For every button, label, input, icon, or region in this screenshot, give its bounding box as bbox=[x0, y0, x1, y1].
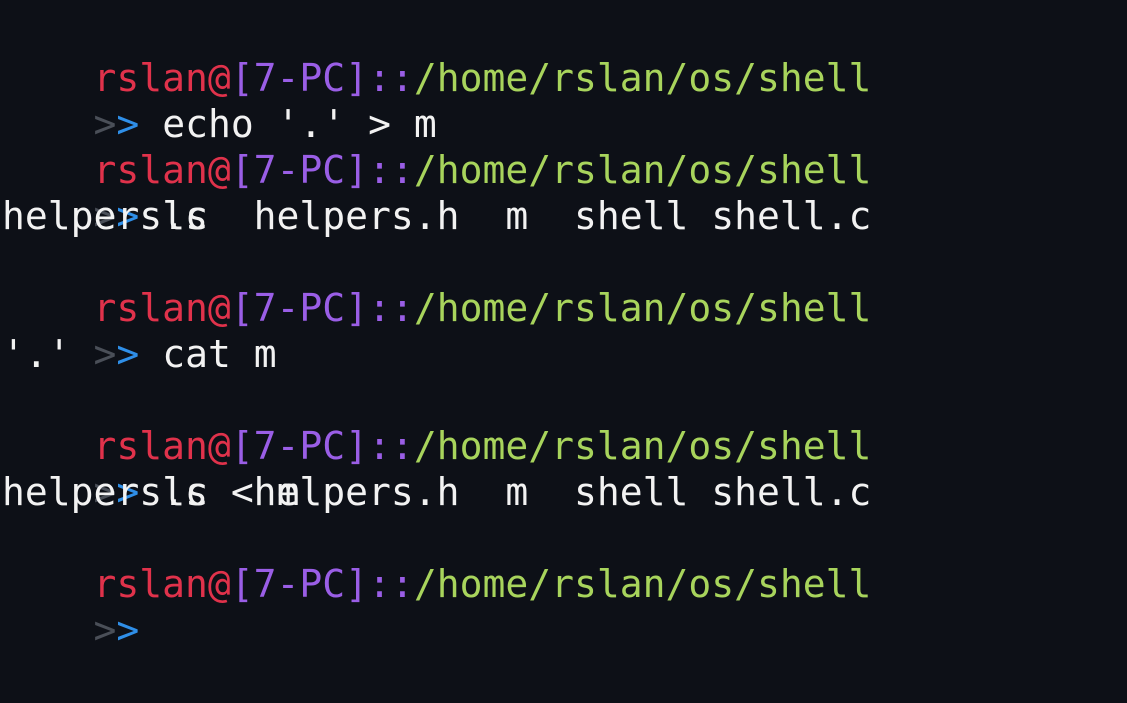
command-output: '.' bbox=[2, 332, 71, 376]
prompt-at: @ bbox=[207, 562, 231, 606]
prompt-header: rslan@[7-PC]::/home/rslan/os/shell bbox=[2, 101, 872, 192]
prompt-path: /home/rslan/os/shell bbox=[413, 286, 872, 330]
active-command-line[interactable]: >> bbox=[2, 561, 140, 652]
prompt-at: @ bbox=[207, 148, 231, 192]
prompt-path: /home/rslan/os/shell bbox=[413, 424, 872, 468]
prompt-separator: :: bbox=[368, 148, 414, 192]
prompt-header: rslan@[7-PC]::/home/rslan/os/shell bbox=[2, 377, 872, 468]
prompt-path: /home/rslan/os/shell bbox=[413, 562, 872, 606]
command-line: >> ls bbox=[2, 147, 208, 238]
prompt-path: /home/rslan/os/shell bbox=[413, 56, 872, 100]
prompt-header: rslan@[7-PC]::/home/rslan/os/shell bbox=[2, 239, 872, 330]
prompt-host: [7-PC] bbox=[230, 562, 369, 606]
terminal-window[interactable]: rslan@[7-PC]::/home/rslan/os/shell >> ec… bbox=[0, 0, 1127, 703]
command-line: >> echo '.' > m bbox=[2, 55, 437, 146]
prompt-host: [7-PC] bbox=[230, 148, 369, 192]
prompt-marker-accent: > bbox=[116, 332, 140, 376]
command-text: cat m bbox=[162, 332, 277, 376]
prompt-marker-dim: > bbox=[93, 608, 117, 652]
prompt-header: rslan@[7-PC]::/home/rslan/os/shell bbox=[2, 9, 872, 100]
command-output: helpers.c helpers.h m shell shell.c bbox=[2, 194, 872, 238]
prompt-separator: :: bbox=[368, 424, 414, 468]
command-output: helpers.c helpers.h m shell shell.c bbox=[2, 470, 872, 514]
prompt-path: /home/rslan/os/shell bbox=[413, 148, 872, 192]
prompt-marker-accent: > bbox=[116, 608, 140, 652]
prompt-marker-dim: > bbox=[93, 332, 117, 376]
prompt-separator: :: bbox=[368, 562, 414, 606]
prompt-separator: :: bbox=[368, 286, 414, 330]
prompt-header: rslan@[7-PC]::/home/rslan/os/shell bbox=[2, 515, 872, 606]
command-line: >> ls < m bbox=[2, 423, 300, 514]
command-line: >> cat m bbox=[2, 285, 277, 376]
